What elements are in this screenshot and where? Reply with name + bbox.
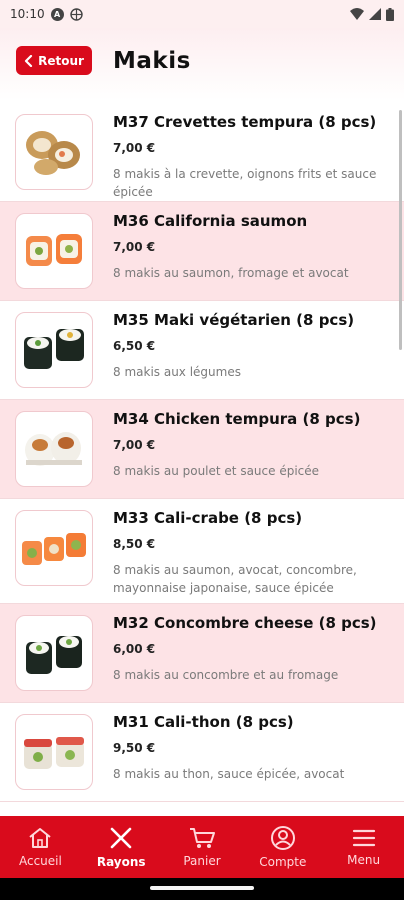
menu-icon bbox=[352, 829, 375, 847]
product-row[interactable]: M34 Chicken tempura (8 pcs) 7,00 € 8 mak… bbox=[0, 400, 404, 499]
crab-california-maki-image bbox=[22, 533, 86, 565]
product-row[interactable]: M35 Maki végétarien (8 pcs) 6,50 € 8 mak… bbox=[0, 301, 404, 400]
product-row[interactable]: M31 Cali-thon (8 pcs) 9,50 € 8 makis au … bbox=[0, 703, 404, 802]
tab-label: Menu bbox=[347, 853, 381, 867]
product-thumbnail bbox=[15, 213, 93, 289]
product-title: M36 California saumon bbox=[113, 212, 308, 230]
system-nav-bar bbox=[0, 878, 404, 900]
product-description: 8 makis au thon, sauce épicée, avocat bbox=[113, 767, 345, 781]
salmon-california-maki-image bbox=[26, 234, 82, 266]
battery-icon bbox=[386, 7, 394, 21]
a-circle-icon: A bbox=[50, 7, 64, 21]
signal-icon bbox=[369, 8, 381, 20]
tab-compte[interactable]: Compte bbox=[242, 816, 323, 878]
tab-label: Rayons bbox=[96, 855, 146, 869]
header: Retour Makis bbox=[0, 28, 404, 100]
product-title: M33 Cali-crabe (8 pcs) bbox=[113, 509, 303, 527]
product-description: 8 makis au concombre et au fromage bbox=[113, 668, 339, 682]
product-title: M34 Chicken tempura (8 pcs) bbox=[113, 410, 361, 428]
product-price: 6,00 € bbox=[113, 642, 156, 656]
account-icon bbox=[270, 826, 295, 850]
tab-panier[interactable]: Panier bbox=[162, 816, 243, 878]
product-price: 7,00 € bbox=[113, 438, 156, 452]
product-description: 8 makis au saumon, avocat, concombre, ma… bbox=[113, 563, 357, 595]
wifi-icon bbox=[350, 8, 364, 20]
product-thumbnail bbox=[15, 510, 93, 586]
tab-accueil[interactable]: Accueil bbox=[0, 816, 81, 878]
tab-label: Compte bbox=[259, 855, 307, 869]
home-icon bbox=[29, 828, 52, 848]
product-thumbnail bbox=[15, 114, 93, 190]
product-title: M31 Cali-thon (8 pcs) bbox=[113, 713, 294, 731]
tab-label: Panier bbox=[183, 854, 221, 868]
home-gesture-pill[interactable] bbox=[150, 886, 254, 890]
product-description: 8 makis aux légumes bbox=[113, 365, 241, 379]
product-price: 6,50 € bbox=[113, 339, 156, 353]
tuna-california-maki-image bbox=[24, 737, 84, 769]
page-title: Makis bbox=[113, 48, 191, 74]
product-title: M32 Concombre cheese (8 pcs) bbox=[113, 614, 377, 632]
tab-rayons[interactable]: Rayons bbox=[81, 816, 162, 878]
product-row[interactable]: M32 Concombre cheese (8 pcs) 6,00 € 8 ma… bbox=[0, 604, 404, 703]
product-thumbnail bbox=[15, 411, 93, 487]
globe-icon bbox=[69, 7, 83, 21]
back-button-label: Retour bbox=[38, 53, 84, 68]
product-description: 8 makis au poulet et sauce épicée bbox=[113, 464, 320, 478]
vegetable-maki-image bbox=[24, 329, 84, 369]
product-price: 7,00 € bbox=[113, 141, 156, 155]
status-bar: 10:10 A bbox=[0, 0, 404, 28]
product-list: M37 Crevettes tempura (8 pcs) 7,00 € 8 m… bbox=[0, 103, 404, 802]
tab-label: Accueil bbox=[18, 854, 62, 868]
bottom-tab-bar: Accueil Rayons Panier Compte Menu bbox=[0, 816, 404, 878]
product-price: 8,50 € bbox=[113, 537, 156, 551]
utensils-icon bbox=[110, 827, 132, 849]
product-row[interactable]: M37 Crevettes tempura (8 pcs) 7,00 € 8 m… bbox=[0, 103, 404, 202]
chicken-tempura-maki-image bbox=[25, 432, 82, 466]
product-row[interactable]: M33 Cali-crabe (8 pcs) 8,50 € 8 makis au… bbox=[0, 499, 404, 604]
cart-icon bbox=[189, 828, 215, 848]
status-time: 10:10 bbox=[10, 7, 45, 21]
status-right bbox=[350, 7, 394, 21]
product-description: 8 makis à la crevette, oignons frits et … bbox=[113, 167, 377, 199]
product-title: M37 Crevettes tempura (8 pcs) bbox=[113, 113, 377, 131]
product-description: 8 makis au saumon, fromage et avocat bbox=[113, 266, 349, 280]
product-price: 7,00 € bbox=[113, 240, 156, 254]
tempura-shrimp-maki-image bbox=[26, 131, 80, 175]
product-row[interactable]: M36 California saumon 7,00 € 8 makis au … bbox=[0, 202, 404, 301]
product-title: M35 Maki végétarien (8 pcs) bbox=[113, 311, 355, 329]
cucumber-cheese-maki-image bbox=[26, 636, 82, 674]
status-left: 10:10 A bbox=[10, 7, 83, 21]
product-thumbnail bbox=[15, 714, 93, 790]
back-button[interactable]: Retour bbox=[16, 46, 92, 75]
tab-menu[interactable]: Menu bbox=[323, 816, 404, 878]
product-thumbnail bbox=[15, 615, 93, 691]
chevron-left-icon bbox=[24, 54, 33, 67]
scrollbar[interactable] bbox=[399, 110, 402, 350]
product-thumbnail bbox=[15, 312, 93, 388]
product-price: 9,50 € bbox=[113, 741, 156, 755]
